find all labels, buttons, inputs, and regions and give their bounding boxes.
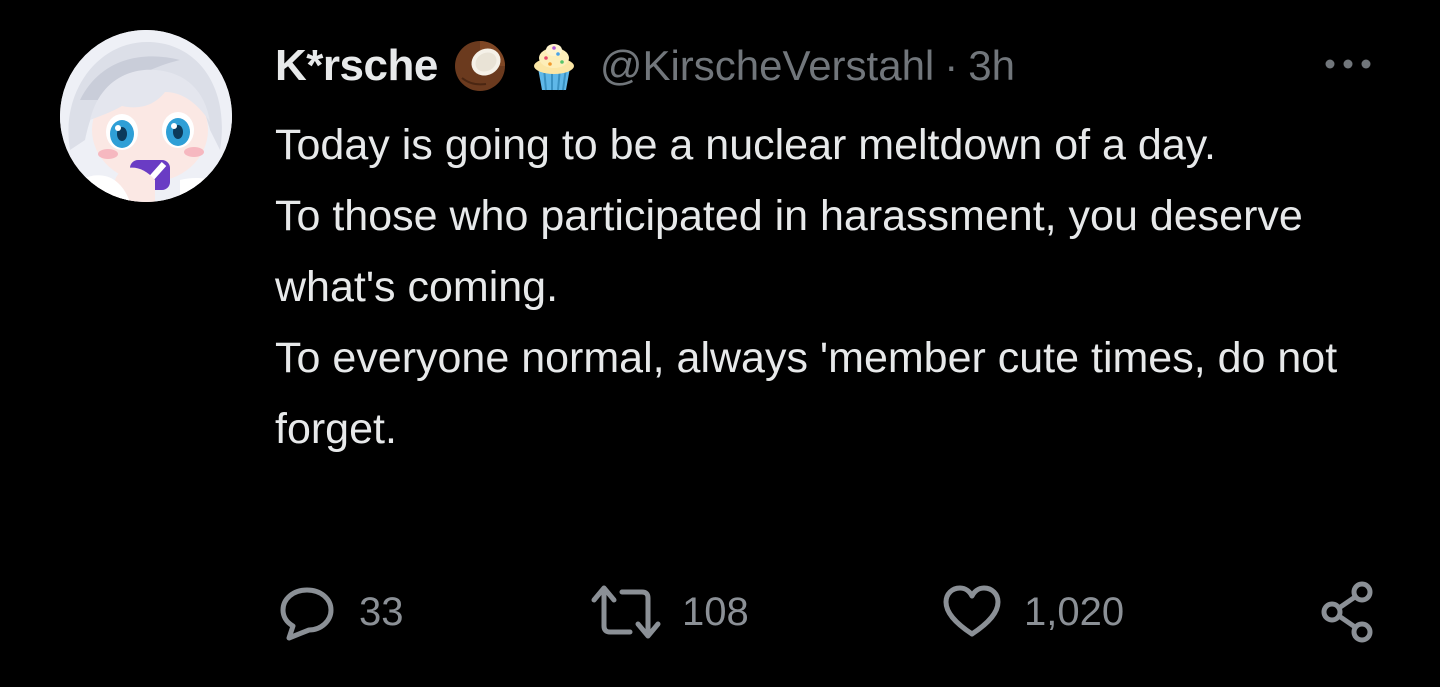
tweet-text-line: Today is going to be a nuclear meltdown … <box>275 121 1217 169</box>
tweet-card[interactable]: K*rsche @KirscheVerstahl · 3h Today is g… <box>0 0 1440 687</box>
share-button[interactable] <box>1318 580 1378 644</box>
tweet-text-line: To everyone normal, always 'member cute … <box>275 334 1338 453</box>
display-name[interactable]: K*rsche <box>275 41 438 91</box>
reply-count: 33 <box>359 589 404 634</box>
cupcake-emoji-icon <box>526 38 582 94</box>
like-count: 1,020 <box>1024 589 1125 634</box>
action-bar: 33 108 1,020 <box>0 580 1440 644</box>
heart-icon <box>943 585 1001 637</box>
retweet-icon <box>591 585 661 639</box>
header-separator: · <box>944 42 959 89</box>
share-icon <box>1321 581 1373 643</box>
tweet-timestamp[interactable]: 3h <box>968 42 1015 90</box>
tweet-text-line: To those who participated in harassment,… <box>275 192 1303 311</box>
tweet-text: Today is going to be a nuclear meltdown … <box>275 110 1365 465</box>
user-handle[interactable]: @KirscheVerstahl <box>600 42 934 90</box>
coconut-emoji-icon <box>452 38 508 94</box>
avatar[interactable] <box>60 30 232 202</box>
like-button[interactable]: 1,020 <box>940 580 1124 644</box>
retweet-button[interactable]: 108 <box>590 580 749 644</box>
reply-button[interactable]: 33 <box>275 580 404 644</box>
avatar-illustration <box>60 30 232 202</box>
more-options-button[interactable] <box>1318 48 1378 80</box>
retweet-count: 108 <box>682 589 749 634</box>
more-horizontal-icon <box>1325 59 1371 69</box>
tweet-header: K*rsche @KirscheVerstahl · 3h <box>275 36 1015 96</box>
reply-icon <box>280 587 334 641</box>
